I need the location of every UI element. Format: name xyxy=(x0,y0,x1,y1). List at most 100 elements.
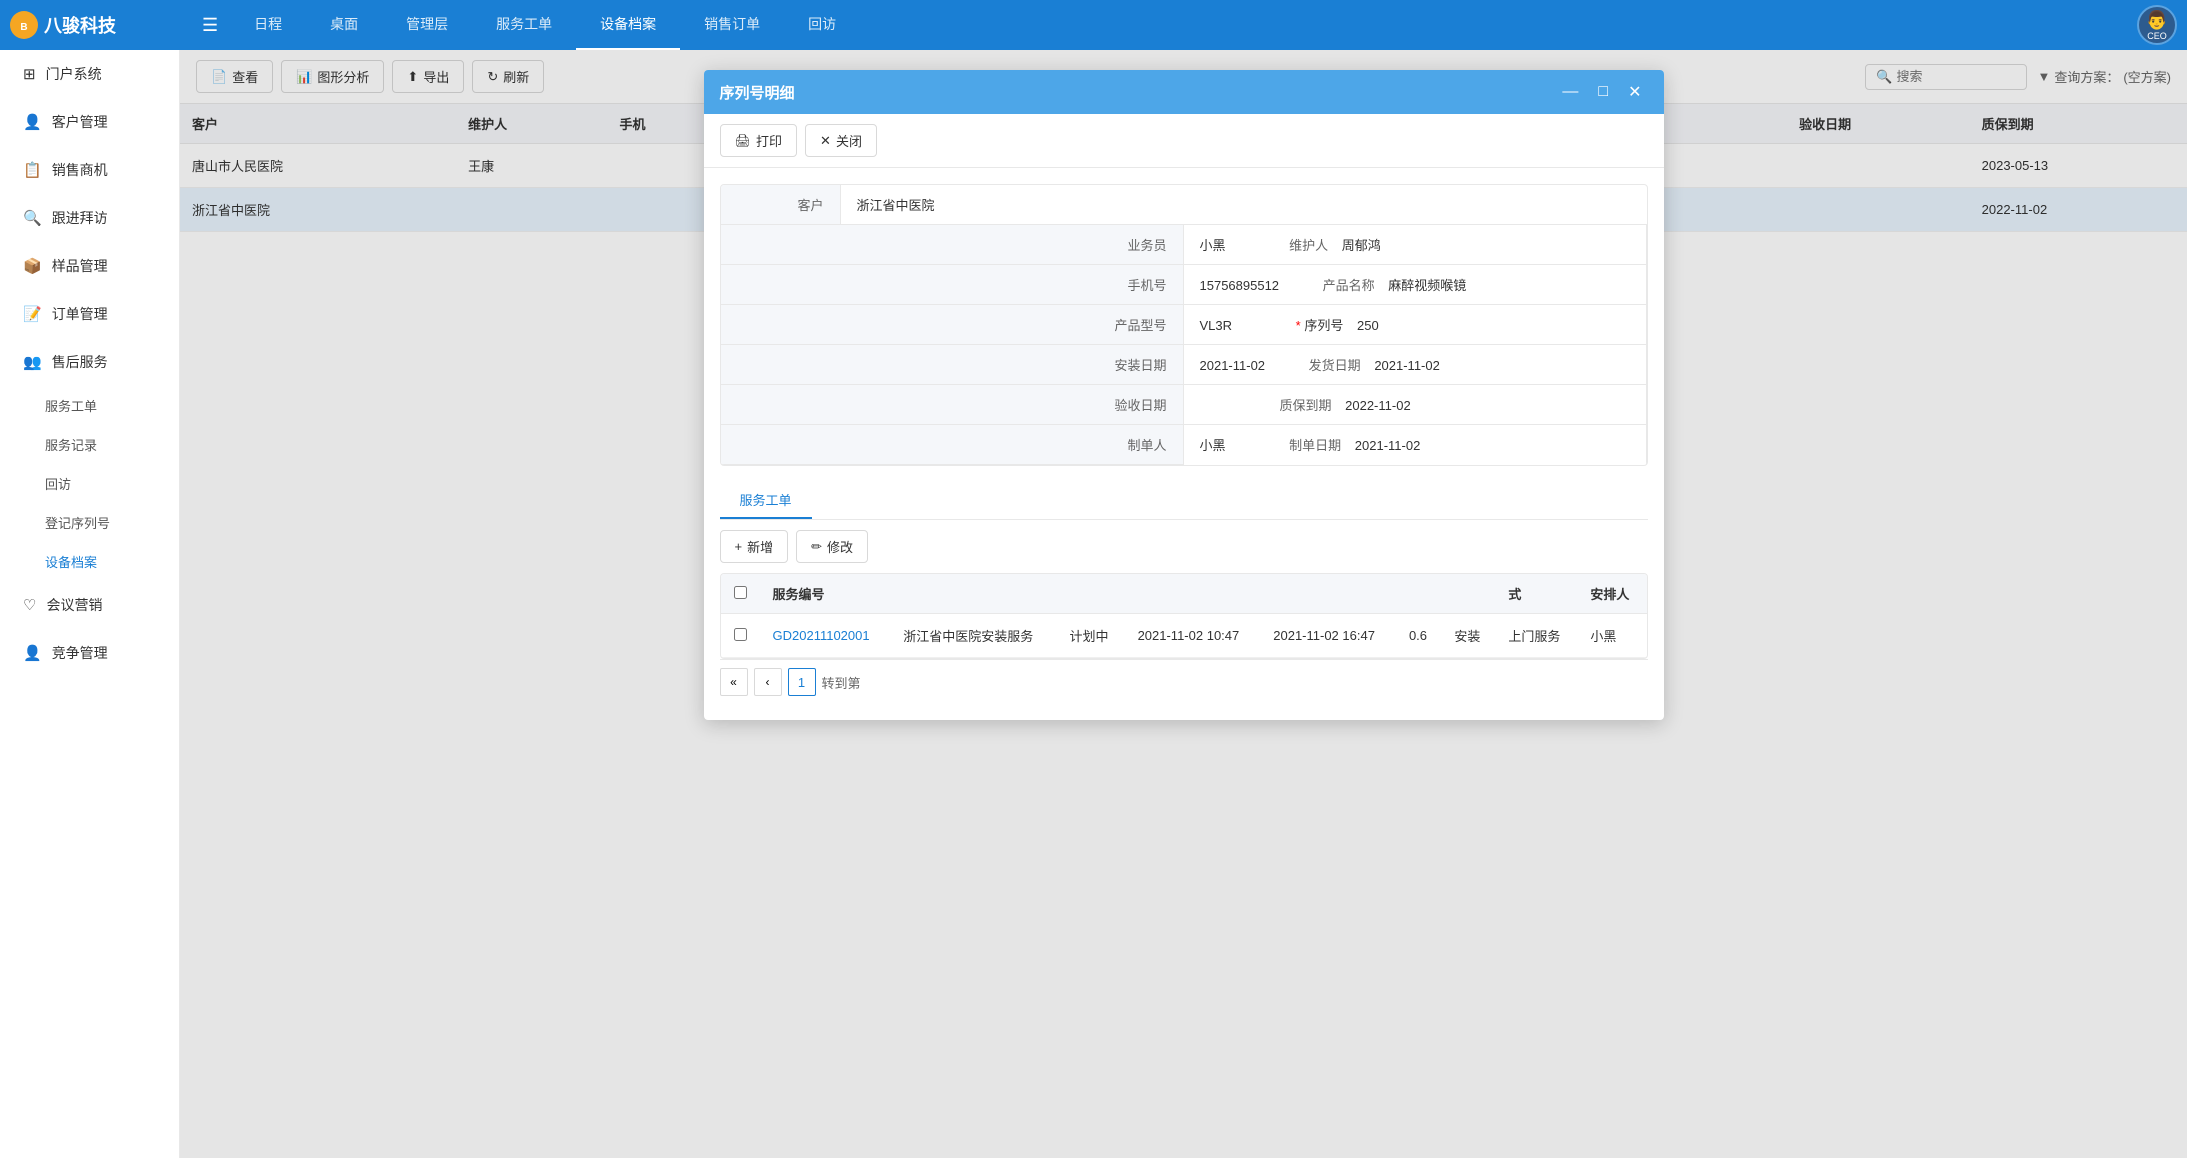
sidebar-sub-register-serial[interactable]: 登记序列号 xyxy=(0,503,179,542)
form-customer-row: 客户 浙江省中医院 xyxy=(721,185,1647,225)
col-checkbox xyxy=(721,574,761,614)
cell-date2: 2021-11-02 16:47 xyxy=(1261,614,1397,658)
product-model-label: 产品型号 xyxy=(721,305,1184,345)
sidebar-sub-equipment[interactable]: 设备档案 xyxy=(0,542,179,581)
cell-date1: 2021-11-02 10:47 xyxy=(1126,614,1262,658)
edit-button[interactable]: ✏ 修改 xyxy=(796,530,868,563)
col-service-status xyxy=(1058,574,1126,614)
nav-item-workorder[interactable]: 服务工单 xyxy=(472,0,576,50)
cell-hours: 0.6 xyxy=(1397,614,1442,658)
modal-toolbar: 🖨 打印 ✕ 关闭 xyxy=(704,114,1664,168)
row-checkbox-cell xyxy=(721,614,761,658)
samples-icon: 📦 xyxy=(23,257,42,275)
modal-close-button[interactable]: ✕ xyxy=(1622,80,1647,104)
logo-text: 八骏科技 xyxy=(44,12,116,38)
print-icon: 🖨 xyxy=(735,133,752,149)
sidebar-sub-service-record[interactable]: 服务记录 xyxy=(0,425,179,464)
current-page: 1 xyxy=(788,668,816,696)
meeting-icon: ♡ xyxy=(23,596,36,614)
nav-item-schedule[interactable]: 日程 xyxy=(230,0,306,50)
make-date-label-inline: 制单日期 xyxy=(1289,438,1341,453)
avatar[interactable]: 👨 CEO xyxy=(2137,5,2177,45)
maker-row: 小黑 制单日期 2021-11-02 xyxy=(1184,425,1647,465)
print-button[interactable]: 🖨 打印 xyxy=(720,124,798,157)
warranty-date-label-inline: 质保到期 xyxy=(1280,398,1332,413)
inner-table-row[interactable]: GD20211102001 浙江省中医院安装服务 计划中 2021-11-02 … xyxy=(721,614,1647,658)
modal-title: 序列号明细 xyxy=(720,82,795,103)
nav-item-management[interactable]: 管理层 xyxy=(382,0,472,50)
serial-no-label-inline: * 序列号 xyxy=(1296,318,1347,333)
modal-minimize-button[interactable]: — xyxy=(1556,80,1584,104)
sidebar-item-orders[interactable]: 📝 订单管理 xyxy=(0,290,179,338)
edit-icon: ✏ xyxy=(811,539,822,555)
inner-table-area: 服务编号 式 安排人 xyxy=(720,573,1648,659)
customer-value: 浙江省中医院 xyxy=(841,185,1647,225)
salesperson-label: 业务员 xyxy=(721,225,1184,265)
select-all-checkbox[interactable] xyxy=(734,586,747,599)
ship-date-label-inline: 发货日期 xyxy=(1309,358,1361,373)
sidebar-item-customer-label: 客户管理 xyxy=(52,112,108,132)
modal-close-action-button[interactable]: ✕ 关闭 xyxy=(805,124,877,157)
sidebar-item-sales-opportunity[interactable]: 📋 销售商机 xyxy=(0,146,179,194)
maintainer-label-inline: 维护人 xyxy=(1289,238,1328,253)
pagination: « ‹ 1 转到第 xyxy=(720,659,1648,704)
top-nav: B 八骏科技 ☰ 日程 桌面 管理层 服务工单 设备档案 销售订单 回访 👨 C… xyxy=(0,0,2187,50)
sidebar-item-meeting[interactable]: ♡ 会议营销 xyxy=(0,581,179,629)
competition-icon: 👤 xyxy=(23,644,42,662)
row-checkbox[interactable] xyxy=(734,628,747,641)
maker-label: 制单人 xyxy=(721,425,1184,465)
sidebar-item-portal-label: 门户系统 xyxy=(46,64,102,84)
install-date-label: 安装日期 xyxy=(721,345,1184,385)
col-hours xyxy=(1397,574,1442,614)
modal-overlay: 序列号明细 — □ ✕ 🖨 打印 ✕ 关闭 xyxy=(180,50,2187,1158)
add-button[interactable]: + 新增 xyxy=(720,530,789,563)
col-service-desc xyxy=(891,574,1057,614)
sidebar-item-customer[interactable]: 👤 客户管理 xyxy=(0,98,179,146)
logo-icon: B xyxy=(10,11,38,39)
col-date1 xyxy=(1126,574,1262,614)
orders-icon: 📝 xyxy=(23,305,42,323)
tab-workorder[interactable]: 服务工单 xyxy=(720,482,812,519)
sidebar-item-meeting-label: 会议营销 xyxy=(46,595,102,615)
content-area: 📄 查看 📊 图形分析 ⬆ 导出 ↻ 刷新 🔍 ▼ xyxy=(180,50,2187,1158)
sidebar-item-orders-label: 订单管理 xyxy=(52,304,108,324)
add-icon: + xyxy=(735,539,743,554)
sidebar-sub-workorder[interactable]: 服务工单 xyxy=(0,386,179,425)
product-name-label-inline: 产品名称 xyxy=(1323,278,1375,293)
sidebar-item-followup[interactable]: 🔍 跟进拜访 xyxy=(0,194,179,242)
ship-date-value-inline: 2021-11-02 xyxy=(1374,358,1440,373)
nav-item-sales[interactable]: 销售订单 xyxy=(680,0,784,50)
modal-body: 客户 浙江省中医院 业务员 小黑 维护人 周郁鸿 手机号 xyxy=(704,168,1664,720)
first-page-button[interactable]: « xyxy=(720,668,748,696)
hamburger-button[interactable]: ☰ xyxy=(190,15,230,36)
nav-items: 日程 桌面 管理层 服务工单 设备档案 销售订单 回访 xyxy=(230,0,2137,50)
service-no-link[interactable]: GD20211102001 xyxy=(773,628,870,643)
customer-label: 客户 xyxy=(721,185,841,225)
nav-item-desktop[interactable]: 桌面 xyxy=(306,0,382,50)
sidebar-item-competition[interactable]: 👤 竞争管理 xyxy=(0,629,179,677)
inner-table: 服务编号 式 安排人 xyxy=(721,574,1647,658)
prev-page-button[interactable]: ‹ xyxy=(754,668,782,696)
product-name-value-inline: 麻醉视频喉镜 xyxy=(1388,278,1466,293)
sidebar-item-aftersales-label: 售后服务 xyxy=(52,352,108,372)
inner-toolbar: + 新增 ✏ 修改 xyxy=(720,520,1648,573)
maintainer-value-inline: 周郁鸿 xyxy=(1342,238,1381,253)
nav-item-equipment[interactable]: 设备档案 xyxy=(576,0,680,50)
followup-icon: 🔍 xyxy=(23,209,42,227)
sidebar-sub-revisit[interactable]: 回访 xyxy=(0,464,179,503)
sales-icon: 📋 xyxy=(23,161,42,179)
modal-restore-button[interactable]: □ xyxy=(1592,80,1614,104)
make-date-value-inline: 2021-11-02 xyxy=(1355,438,1421,453)
sidebar-item-samples[interactable]: 📦 样品管理 xyxy=(0,242,179,290)
modal-controls: — □ ✕ xyxy=(1556,80,1647,104)
serial-no-value-inline: 250 xyxy=(1357,318,1379,333)
sidebar-item-aftersales[interactable]: 👥 售后服务 xyxy=(0,338,179,386)
cell-service-desc: 浙江省中医院安装服务 xyxy=(891,614,1057,658)
product-model-row: VL3R * 序列号 250 xyxy=(1184,305,1647,345)
main-layout: ⊞ 门户系统 👤 客户管理 📋 销售商机 🔍 跟进拜访 📦 样品管理 📝 订单管… xyxy=(0,50,2187,1158)
accept-date-label: 验收日期 xyxy=(721,385,1184,425)
logo-area: B 八骏科技 xyxy=(10,11,190,39)
nav-item-revisit[interactable]: 回访 xyxy=(784,0,860,50)
sidebar-item-portal[interactable]: ⊞ 门户系统 xyxy=(0,50,179,98)
col-service-no: 服务编号 xyxy=(761,574,892,614)
